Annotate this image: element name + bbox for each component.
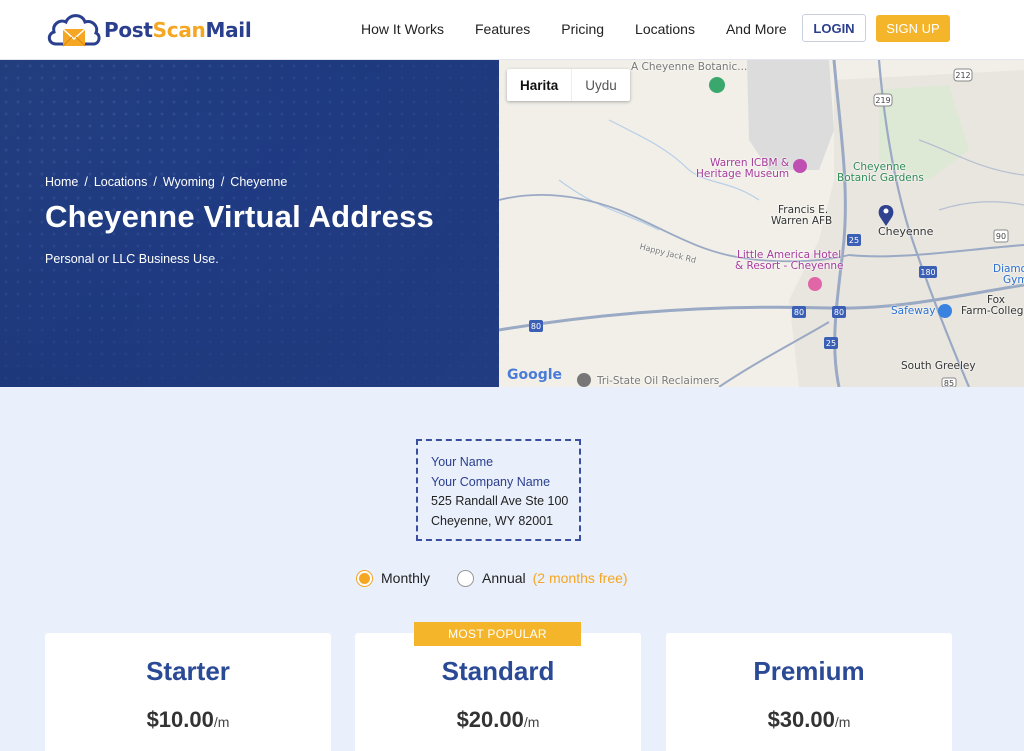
address-street: 525 Randall Ave Ste 100 (431, 494, 569, 508)
address-company: Your Company Name (431, 474, 551, 489)
location-map[interactable]: 212 219 25 90 180 80 80 80 85 25 Harita … (499, 60, 1024, 387)
plan-price-amount: $30.00 (767, 707, 835, 732)
plan-price: $20.00/m (355, 707, 641, 733)
most-popular-badge: MOST POPULAR (414, 622, 581, 646)
map-canvas: 212 219 25 90 180 80 80 80 85 25 (499, 60, 1024, 387)
route-shield-80: 80 (834, 308, 844, 317)
breadcrumb-separator: / (153, 175, 157, 189)
route-shield-25: 25 (849, 236, 859, 245)
map-label-safeway: Safeway (891, 305, 936, 317)
museum-poi-icon[interactable] (793, 159, 807, 173)
map-label-fox-2: Farm-Colleg (961, 305, 1024, 317)
map-base-area (747, 60, 834, 170)
map-stream (558, 179, 660, 231)
map-label-botanic-top: A Cheyenne Botanic... (631, 61, 748, 73)
nav-and-more[interactable]: And More (726, 21, 787, 37)
breadcrumb-cheyenne: Cheyenne (230, 175, 288, 189)
map-label-city-cheyenne: Cheyenne (878, 225, 934, 238)
map-label-cheyenne-botanic-2: Botanic Gardens (837, 172, 924, 184)
location-pin-dot (883, 208, 889, 214)
route-shield-180: 180 (920, 268, 935, 277)
nav-features[interactable]: Features (475, 21, 530, 37)
map-label-little-america-2: & Resort - Cheyenne (735, 260, 844, 272)
map-label-warren-museum-2: Heritage Museum (696, 168, 790, 180)
plan-card-starter[interactable]: Starter $10.00/m (45, 633, 331, 751)
shopping-poi-icon[interactable] (938, 304, 952, 318)
route-shield-25: 25 (826, 339, 836, 348)
breadcrumb-separator: / (220, 175, 225, 189)
map-view-button[interactable]: Harita (507, 69, 573, 101)
breadcrumb-home[interactable]: Home (45, 175, 78, 189)
billing-period-toggle: Monthly Annual (2 months free) (356, 568, 628, 588)
page-subtitle: Personal or LLC Business Use. (45, 252, 219, 266)
login-button[interactable]: LOGIN (802, 14, 866, 42)
map-type-toggle: Harita Uydu (507, 69, 630, 101)
breadcrumb-separator: / (84, 175, 88, 189)
logo[interactable]: PostScanMail (46, 10, 252, 50)
address-city-state-zip: Cheyenne, WY 82001 (431, 513, 554, 528)
nav-pricing[interactable]: Pricing (561, 21, 604, 37)
nav-how-it-works[interactable]: How It Works (361, 21, 444, 37)
site-header: PostScanMail How It Works Features Prici… (0, 0, 1024, 60)
plan-price-amount: $20.00 (456, 707, 524, 732)
annual-radio[interactable] (457, 569, 475, 587)
plan-card-standard[interactable]: Standard $20.00/m (355, 633, 641, 751)
plan-name: Premium (753, 656, 865, 686)
route-shield-90: 90 (996, 232, 1006, 241)
hero-banner: Home / Locations / Wyoming / Cheyenne Ch… (0, 60, 499, 387)
plan-name: Starter (146, 656, 230, 686)
annual-discount-note: (2 months free) (532, 570, 628, 586)
route-shield-212: 212 (955, 71, 970, 80)
page-title: Cheyenne Virtual Address (45, 199, 434, 234)
annual-option[interactable]: Annual (2 months free) (457, 569, 628, 587)
monthly-label[interactable]: Monthly (381, 570, 430, 586)
address-name: Your Name (431, 455, 494, 469)
radio-selected-dot (359, 572, 370, 584)
plan-price-period: /m (523, 714, 540, 730)
google-logo: Google (507, 367, 563, 383)
route-shield-80: 80 (794, 308, 804, 317)
plan-price: $30.00/m (666, 707, 952, 733)
signup-button[interactable]: SIGN UP (876, 15, 950, 42)
map-label-south-greeley: South Greeley (901, 360, 976, 372)
logo-text: PostScanMail (104, 18, 252, 42)
route-shield-85: 85 (944, 379, 954, 387)
map-label-tri-state: Tri-State Oil Reclaimers (597, 375, 720, 387)
monthly-radio[interactable] (356, 569, 373, 587)
annual-label[interactable]: Annual (482, 570, 526, 586)
plan-price: $10.00/m (45, 707, 331, 733)
plan-card-premium[interactable]: Premium $30.00/m (666, 633, 952, 751)
logo-cloud-envelope-icon (47, 14, 101, 47)
breadcrumb-locations[interactable]: Locations (94, 175, 148, 189)
breadcrumb-wyoming[interactable]: Wyoming (163, 175, 215, 189)
plan-price-period: /m (834, 714, 851, 730)
map-label-warren-afb-2: Warren AFB (771, 215, 833, 227)
plan-price-period: /m (213, 714, 230, 730)
address-card: Your Name Your Company Name 525 Randall … (416, 439, 581, 541)
route-shield-80: 80 (531, 322, 541, 331)
breadcrumb: Home / Locations / Wyoming / Cheyenne (45, 175, 287, 189)
map-label-diamond-2: Gym (1003, 274, 1024, 286)
satellite-view-button[interactable]: Uydu (572, 69, 630, 101)
hotel-poi-icon[interactable] (808, 277, 822, 291)
garden-poi-icon[interactable] (709, 77, 725, 93)
business-poi-icon[interactable] (577, 373, 591, 387)
plan-price-amount: $10.00 (146, 707, 214, 732)
nav-locations[interactable]: Locations (635, 21, 695, 37)
route-shield-219: 219 (875, 96, 890, 105)
plan-name: Standard (441, 656, 555, 686)
main-nav: How It Works Features Pricing Locations … (361, 0, 818, 58)
